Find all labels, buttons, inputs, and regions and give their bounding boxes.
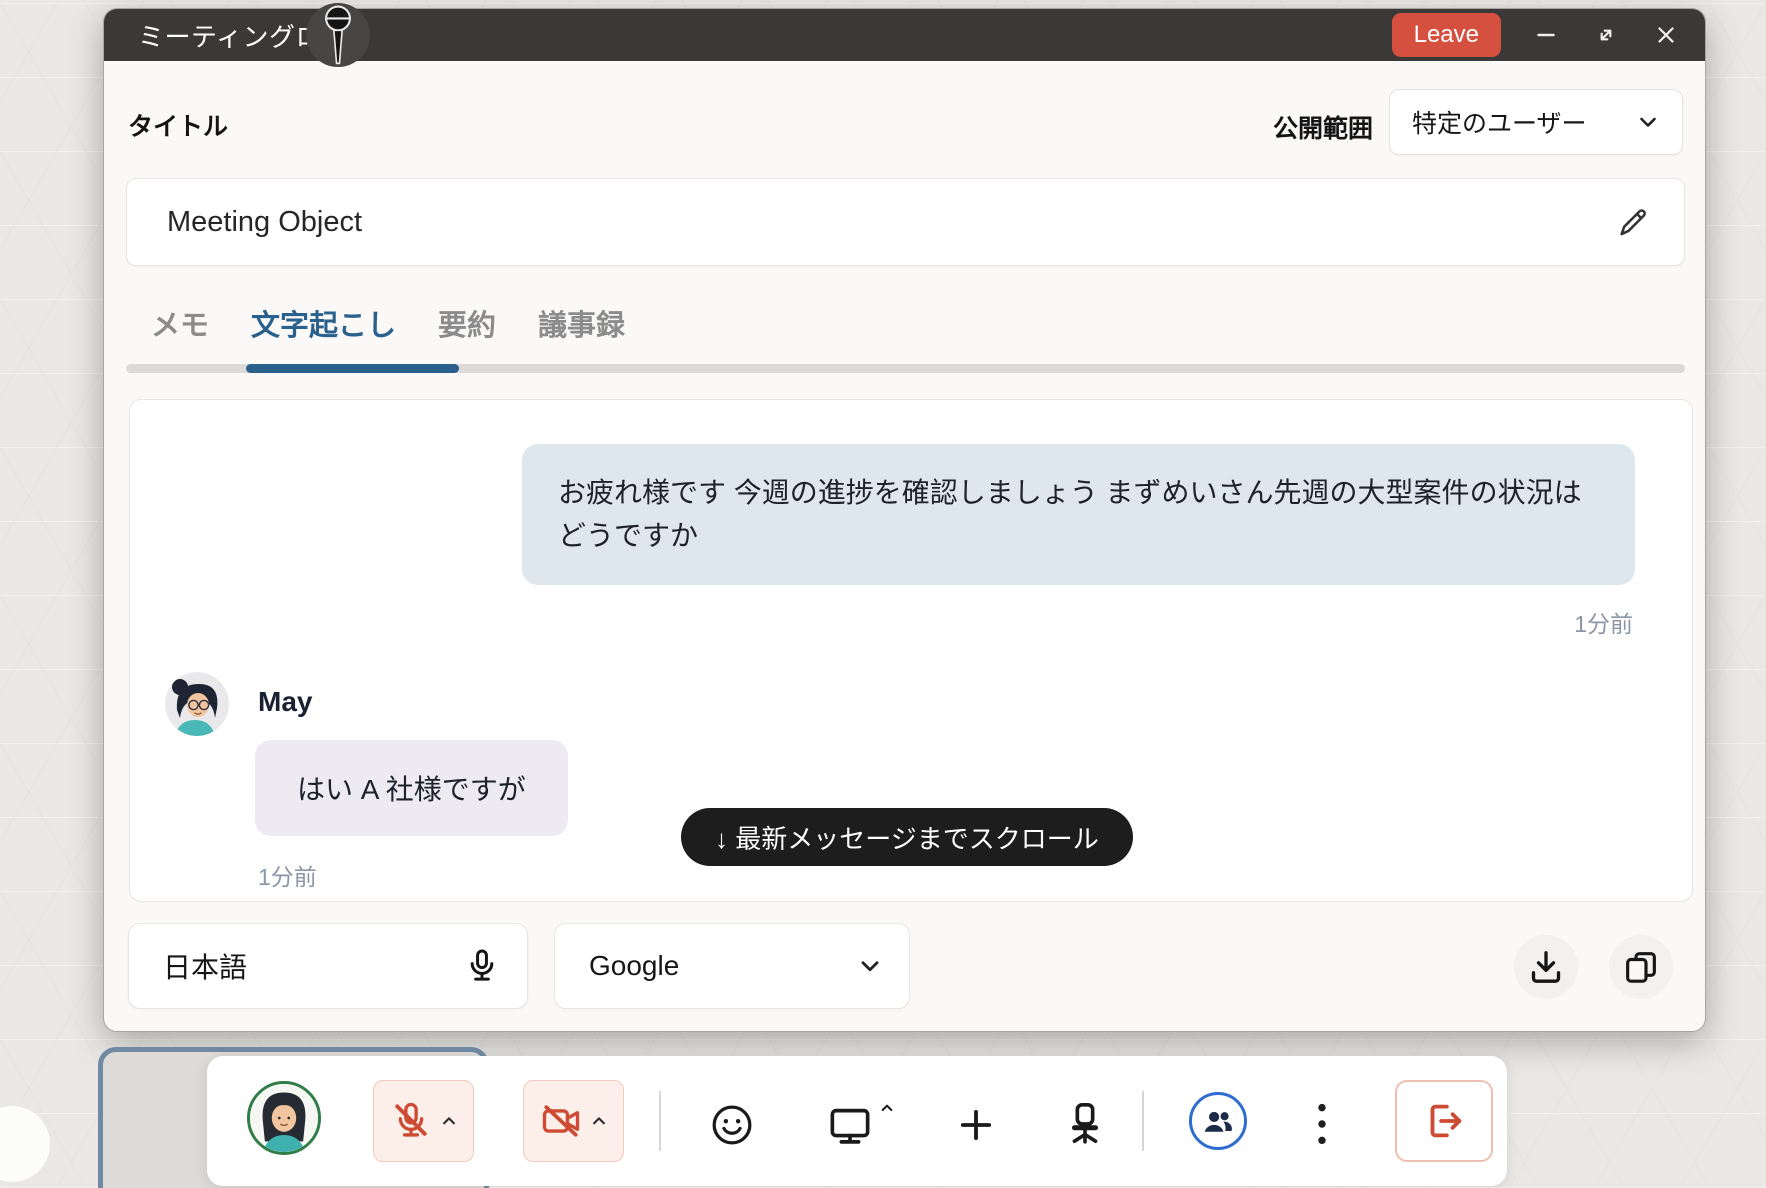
leave-button[interactable]: Leave [1392,13,1501,57]
avatar [247,1081,321,1155]
title-label: タイトル [128,107,228,143]
transcript-panel[interactable]: お疲れ様です 今週の進捗を確認しましょう まずめいさん先週の大型案件の状況はどう… [129,399,1693,902]
chevron-up-icon[interactable] [879,1100,895,1116]
visibility-value: 特定のユーザー [1412,104,1587,140]
participants-button[interactable] [1189,1092,1247,1150]
meeting-app-background: ミーティングログ Leave [0,0,1766,1188]
scroll-to-latest-button[interactable]: ↓ 最新メッセージまでスクロール [681,808,1133,866]
mic-muted-icon [389,1099,433,1143]
corner-circle [0,1106,50,1182]
tab-bar: メモ 文字起こし 要約 議事録 [151,302,625,344]
chevron-up-icon [440,1112,458,1130]
chevron-up-icon [590,1112,608,1130]
tab-track [126,364,1685,373]
camera-muted-icon [539,1099,583,1143]
tab-summary[interactable]: 要約 [438,302,496,344]
visibility-label: 公開範囲 [1273,109,1373,145]
tab-memo[interactable]: メモ [151,302,209,344]
meeting-name-input[interactable] [127,206,1608,239]
emoji-button[interactable] [709,1102,755,1148]
toolbar-divider [1142,1091,1144,1151]
more-button[interactable] [1315,1100,1329,1148]
resize-button[interactable] [1591,20,1621,50]
avatar [165,672,229,736]
window-titlebar[interactable]: ミーティングログ Leave [104,9,1705,61]
chevron-down-icon [1636,110,1660,134]
minimize-button[interactable] [1531,20,1561,50]
camera-muted-button[interactable] [523,1080,624,1162]
language-value: 日本語 [163,946,247,986]
leave-meeting-button[interactable] [1395,1080,1493,1162]
chevron-down-icon [857,953,883,979]
message-bubble-remote: お疲れ様です 今週の進捗を確認しましょう まずめいさん先週の大型案件の状況はどう… [522,444,1635,585]
speaker-name: May [258,686,312,718]
mic-muted-button[interactable] [373,1080,474,1162]
tab-transcript[interactable]: 文字起こし [251,302,396,344]
toolbar-divider [659,1091,661,1151]
active-tab-indicator [246,364,459,373]
tab-minutes[interactable]: 議事録 [538,302,625,344]
edit-icon[interactable] [1608,197,1658,247]
message-timestamp: 1分前 [1574,605,1633,639]
microphone-icon [320,5,356,67]
exit-icon [1421,1098,1467,1144]
screen-share-button[interactable] [827,1102,873,1148]
message-bubble-local: はい A 社様ですが [255,740,568,836]
download-button[interactable] [1514,935,1578,999]
language-selector[interactable]: 日本語 [128,923,528,1009]
add-button[interactable] [955,1104,997,1146]
meeting-toolbar [207,1056,1507,1186]
meeting-name-field-wrap [126,178,1685,266]
engine-value: Google [589,950,679,982]
message-timestamp: 1分前 [258,858,317,892]
mic-icon [463,947,501,985]
close-button[interactable] [1651,20,1681,50]
meeting-log-window: ミーティングログ Leave [103,8,1706,1032]
seat-button[interactable] [1062,1100,1108,1146]
copy-button[interactable] [1609,935,1673,999]
participants-icon [1200,1103,1236,1139]
engine-dropdown[interactable]: Google [554,923,910,1009]
visibility-dropdown[interactable]: 特定のユーザー [1389,89,1683,155]
